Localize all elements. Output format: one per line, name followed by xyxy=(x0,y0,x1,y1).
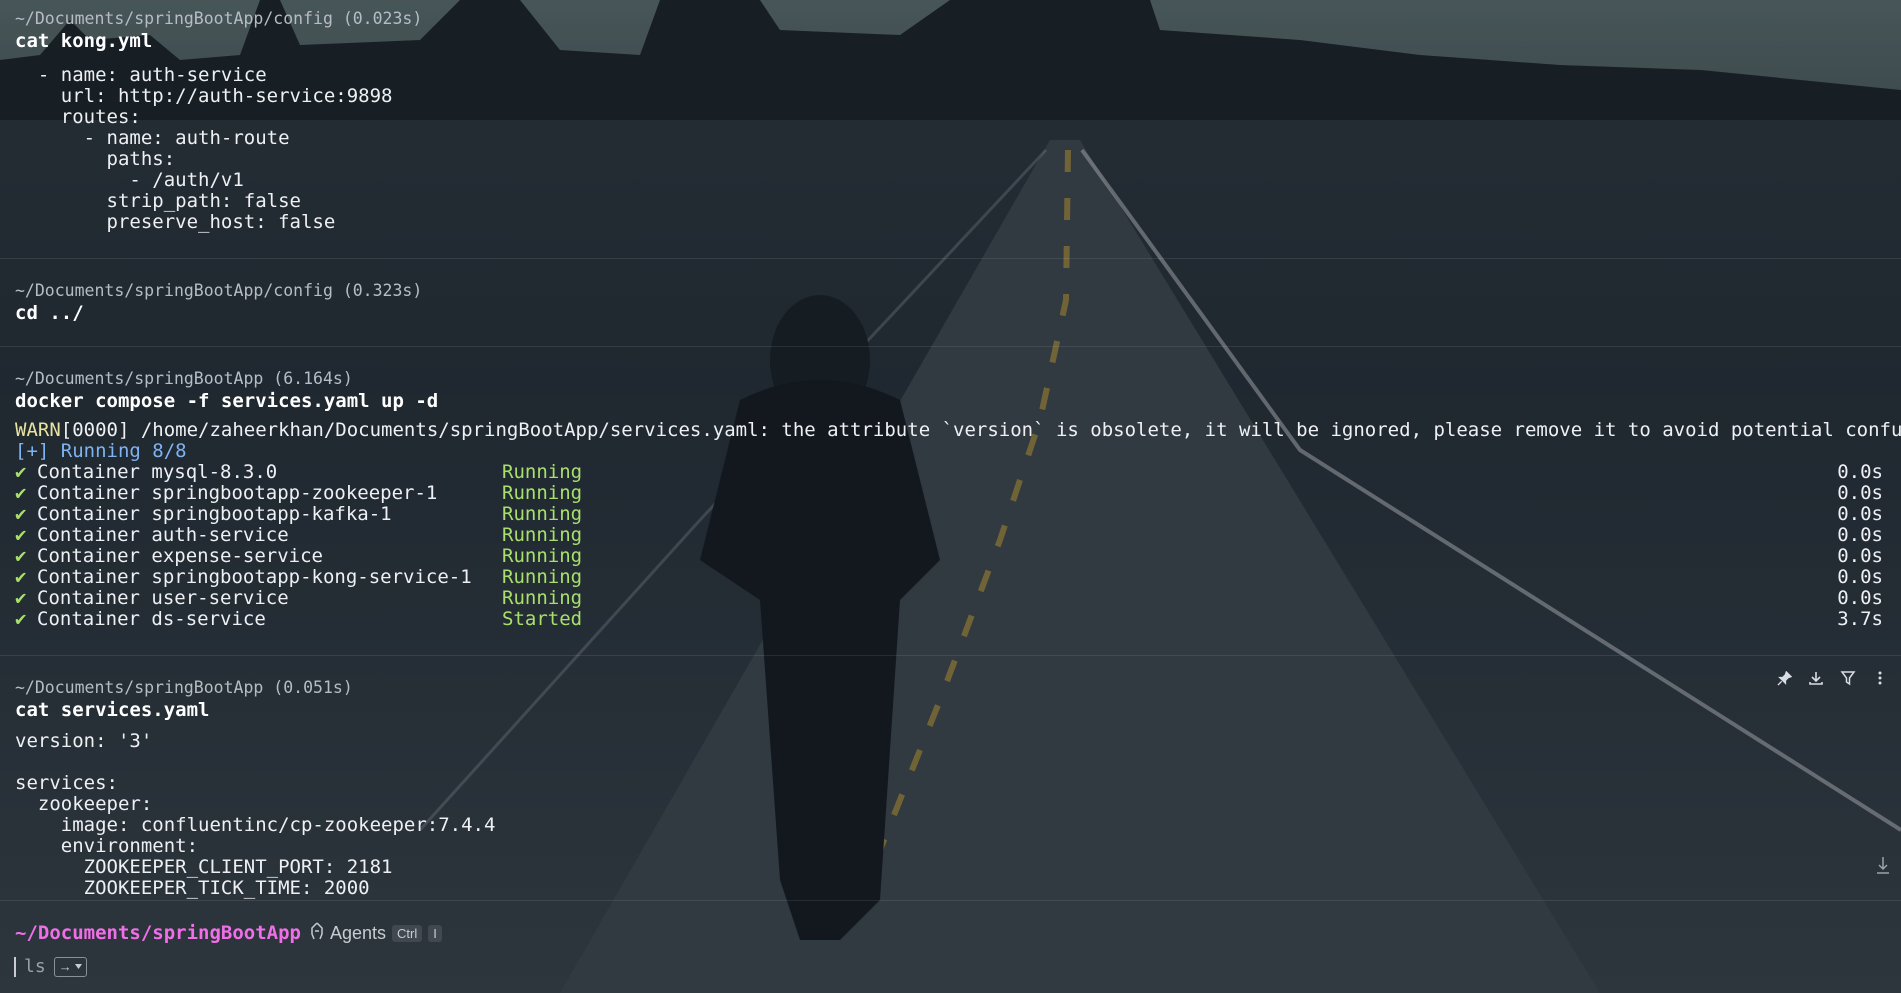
arrow-right-icon: → xyxy=(58,959,72,974)
input-prompt: ~/Documents/springBootApp Agents Ctrl I … xyxy=(0,900,1901,993)
check-icon: ✔ xyxy=(15,503,27,525)
container-row: ✔ Container springbootapp-zookeeper-1 Runn… xyxy=(15,483,1901,504)
more-vertical-icon[interactable] xyxy=(1871,669,1889,687)
container-duration: 0.0s xyxy=(1837,461,1883,483)
agents-button[interactable]: Agents Ctrl I xyxy=(310,922,442,945)
pin-icon[interactable] xyxy=(1775,669,1793,687)
check-icon: ✔ xyxy=(15,524,27,546)
container-duration: 0.0s xyxy=(1837,566,1883,588)
container-status: Running xyxy=(502,566,583,588)
container-row: ✔ Container springbootapp-kafka-1 Running 0… xyxy=(15,504,1901,525)
command-block[interactable]: ~/Documents/springBootApp/config (0.323s… xyxy=(0,258,1901,347)
command-input[interactable]: ls → xyxy=(14,956,87,977)
download-icon[interactable] xyxy=(1807,669,1825,687)
container-row: ✔ Container mysql-8.3.0 Running 0.0s xyxy=(15,462,1901,483)
container-name: Container auth-service xyxy=(37,524,289,546)
container-status: Running xyxy=(502,461,583,483)
container-row: ✔ Container springbootapp-kong-service-1 R… xyxy=(15,567,1901,588)
container-status: Running xyxy=(502,503,583,525)
container-status: Running xyxy=(502,587,583,609)
warn-label: WARN xyxy=(15,419,61,441)
block-toolbar xyxy=(1775,669,1889,687)
warning-line: WARN[0000] /home/zaheerkhan/Documents/sp… xyxy=(15,420,1901,441)
container-status: Started xyxy=(502,608,583,630)
block-path: ~/Documents/springBootApp/config (0.023s… xyxy=(15,9,423,28)
chevron-down-icon xyxy=(74,964,82,969)
container-status: Running xyxy=(502,482,583,504)
block-command: cat services.yaml xyxy=(15,699,210,721)
block-path: ~/Documents/springBootApp (6.164s) xyxy=(15,369,353,388)
block-output: - name: auth-service url: http://auth-se… xyxy=(37,64,393,233)
filter-icon[interactable] xyxy=(1839,669,1857,687)
agent-icon xyxy=(310,922,324,945)
block-command: cat kong.yml xyxy=(15,30,153,52)
container-duration: 0.0s xyxy=(1837,482,1883,504)
container-status: Running xyxy=(502,524,583,546)
text-caret xyxy=(14,956,16,977)
warn-message: [0000] /home/zaheerkhan/Documents/spring… xyxy=(60,419,1901,441)
container-name: Container springbootapp-zookeeper-1 xyxy=(37,482,438,504)
container-row: ✔ Container auth-service Running 0.0s xyxy=(15,525,1901,546)
command-block[interactable]: ~/Documents/springBootApp (6.164s) docke… xyxy=(0,346,1901,656)
command-block[interactable]: ~/Documents/springBootApp (0.051s) cat s… xyxy=(0,655,1901,901)
accept-suggestion-button[interactable]: → xyxy=(53,956,87,977)
container-name: Container mysql-8.3.0 xyxy=(37,461,278,483)
check-icon: ✔ xyxy=(15,587,27,609)
prompt-path: ~/Documents/springBootApp xyxy=(15,922,301,944)
block-command: docker compose -f services.yaml up -d xyxy=(15,390,439,412)
container-duration: 3.7s xyxy=(1837,608,1883,630)
check-icon: ✔ xyxy=(15,482,27,504)
block-path: ~/Documents/springBootApp (0.051s) xyxy=(15,678,353,697)
container-row: ✔ Container expense-service Running 0.0s xyxy=(15,546,1901,567)
container-row: ✔ Container ds-service Started 3.7s xyxy=(15,609,1901,630)
check-icon: ✔ xyxy=(15,545,27,567)
terminal: ~/Documents/springBootApp/config (0.023s… xyxy=(0,0,1901,993)
container-duration: 0.0s xyxy=(1837,524,1883,546)
container-name: Container springbootapp-kafka-1 xyxy=(37,503,392,525)
check-icon: ✔ xyxy=(15,566,27,588)
container-duration: 0.0s xyxy=(1837,545,1883,567)
container-name: Container user-service xyxy=(37,587,289,609)
check-icon: ✔ xyxy=(15,461,27,483)
container-duration: 0.0s xyxy=(1837,503,1883,525)
block-command: cd ../ xyxy=(15,302,84,324)
agents-label: Agents xyxy=(330,923,387,943)
shortcut-ctrl: Ctrl xyxy=(392,925,423,942)
check-icon: ✔ xyxy=(15,608,27,630)
compose-summary: [+] Running 8/8 xyxy=(15,440,187,462)
container-status: Running xyxy=(502,545,583,567)
block-output: version: '3' services: zookeeper: image:… xyxy=(15,730,496,899)
block-path: ~/Documents/springBootApp/config (0.323s… xyxy=(15,281,423,300)
scroll-to-bottom-icon[interactable] xyxy=(1875,855,1891,880)
container-name: Container expense-service xyxy=(37,545,323,567)
input-value: ls xyxy=(24,956,46,977)
container-duration: 0.0s xyxy=(1837,587,1883,609)
container-name: Container ds-service xyxy=(37,608,266,630)
container-row: ✔ Container user-service Running 0.0s xyxy=(15,588,1901,609)
container-name: Container springbootapp-kong-service-1 xyxy=(37,566,472,588)
shortcut-char: I xyxy=(428,925,442,942)
command-block[interactable]: ~/Documents/springBootApp/config (0.023s… xyxy=(0,0,1901,259)
container-list: ✔ Container mysql-8.3.0 Running 0.0s ✔ Contai… xyxy=(15,462,1901,630)
